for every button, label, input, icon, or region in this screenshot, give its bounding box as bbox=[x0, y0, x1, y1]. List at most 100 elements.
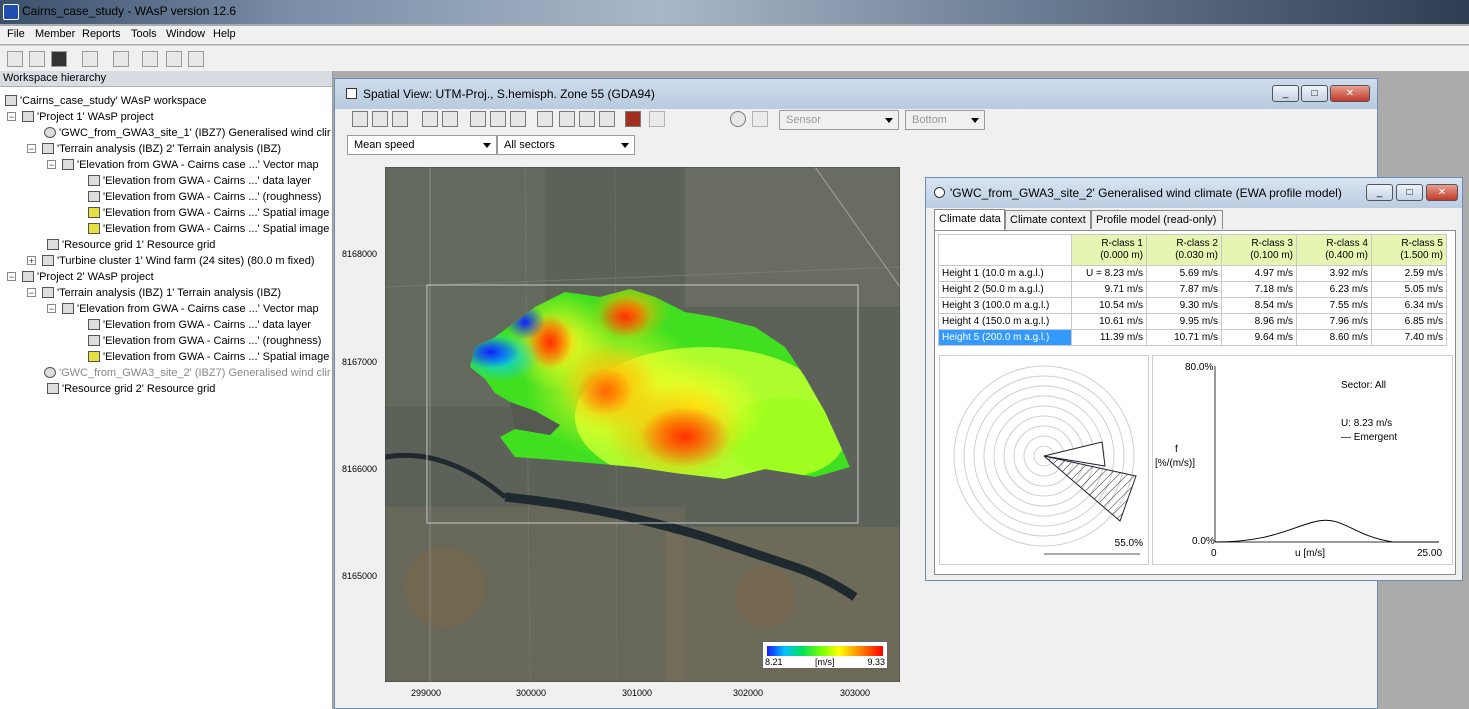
tab-profile-model[interactable]: Profile model (read-only) bbox=[1091, 210, 1223, 229]
tree-item-spatial-image-2[interactable]: 'Elevation from GWA - Cairns ...' Spatia… bbox=[88, 221, 329, 237]
collapse-icon[interactable]: − bbox=[27, 144, 36, 154]
collapse-icon[interactable]: − bbox=[7, 272, 16, 282]
tree-item-vector-map-2[interactable]: − 'Elevation from GWA - Cairns case ...' … bbox=[47, 301, 319, 317]
table-row[interactable]: Height 5 (200.0 m a.g.l.) 11.39 m/s 10.7… bbox=[938, 329, 1447, 346]
table-cell[interactable]: 7.40 m/s bbox=[1371, 329, 1447, 346]
calculate-icon[interactable] bbox=[142, 51, 158, 67]
tree-item-data-layer-1[interactable]: 'Elevation from GWA - Cairns ...' data l… bbox=[88, 173, 311, 189]
open-workspace-icon[interactable] bbox=[29, 51, 45, 67]
collapse-icon[interactable]: − bbox=[47, 160, 56, 170]
tree-item-resource-grid-1[interactable]: 'Resource grid 1' Resource grid bbox=[47, 237, 215, 253]
minimize-button[interactable]: _ bbox=[1272, 85, 1299, 102]
export-icon[interactable] bbox=[599, 111, 615, 127]
tab-climate-context[interactable]: Climate context bbox=[1005, 210, 1091, 229]
table-cell[interactable]: 9.95 m/s bbox=[1146, 313, 1222, 330]
menu-window[interactable]: Window bbox=[166, 28, 205, 40]
collapse-icon[interactable]: − bbox=[7, 112, 16, 122]
zoom-icon[interactable] bbox=[392, 111, 408, 127]
table-cell[interactable]: 6.23 m/s bbox=[1296, 281, 1372, 298]
table-cell[interactable]: U = 8.23 m/s bbox=[1071, 265, 1147, 282]
satellite-map[interactable] bbox=[385, 167, 900, 682]
tree-item-resource-grid-2[interactable]: 'Resource grid 2' Resource grid bbox=[47, 381, 215, 397]
table-cell[interactable]: 7.96 m/s bbox=[1296, 313, 1372, 330]
collapse-icon[interactable]: − bbox=[27, 288, 36, 298]
menu-tools[interactable]: Tools bbox=[131, 28, 157, 40]
table-cell[interactable]: 8.54 m/s bbox=[1221, 297, 1297, 314]
row-header-selected[interactable]: Height 5 (200.0 m a.g.l.) bbox=[938, 329, 1072, 346]
collapse-icon[interactable]: − bbox=[47, 304, 56, 314]
layer-icon[interactable] bbox=[490, 111, 506, 127]
table-row[interactable]: Height 1 (10.0 m a.g.l.) U = 8.23 m/s 5.… bbox=[938, 265, 1447, 282]
tab-climate-data[interactable]: Climate data bbox=[934, 209, 1005, 230]
table-cell[interactable]: 11.39 m/s bbox=[1071, 329, 1147, 346]
maximize-button[interactable]: □ bbox=[1396, 184, 1423, 201]
fit-icon[interactable] bbox=[442, 111, 458, 127]
tree-item-roughness-1[interactable]: 'Elevation from GWA - Cairns ...' (rough… bbox=[88, 189, 321, 205]
table-cell[interactable]: 10.54 m/s bbox=[1071, 297, 1147, 314]
turbine-icon[interactable] bbox=[625, 111, 641, 127]
expand-icon[interactable]: + bbox=[27, 256, 36, 266]
map-panel[interactable]: 8.21 [m/s] 9.33 bbox=[385, 167, 900, 682]
tree-item-spatial-image-3[interactable]: 'Elevation from GWA - Cairns ...' Spatia… bbox=[88, 349, 329, 365]
table-cell[interactable]: 7.87 m/s bbox=[1146, 281, 1222, 298]
table-cell[interactable]: 10.71 m/s bbox=[1146, 329, 1222, 346]
table-cell[interactable]: 7.55 m/s bbox=[1296, 297, 1372, 314]
table-cell[interactable]: 8.96 m/s bbox=[1221, 313, 1297, 330]
new-workspace-icon[interactable] bbox=[7, 51, 23, 67]
table-row[interactable]: Height 4 (150.0 m a.g.l.) 10.61 m/s 9.95… bbox=[938, 313, 1447, 330]
tree-item-project-2[interactable]: − 'Project 2' WAsP project bbox=[7, 269, 154, 285]
table-cell[interactable]: 6.34 m/s bbox=[1371, 297, 1447, 314]
table-cell[interactable]: 8.60 m/s bbox=[1296, 329, 1372, 346]
variable-select[interactable]: Mean speed bbox=[347, 135, 497, 155]
tree-item-workspace[interactable]: 'Cairns_case_study' WAsP workspace bbox=[5, 93, 206, 109]
insert-icon[interactable] bbox=[113, 51, 129, 67]
tree-item-project-1[interactable]: − 'Project 1' WAsP project bbox=[7, 109, 154, 125]
save-icon[interactable] bbox=[51, 51, 67, 67]
table-cell[interactable]: 9.64 m/s bbox=[1221, 329, 1297, 346]
tree-item-gwc-2[interactable]: 'GWC_from_GWA3_site_2' (IBZ7) Generalise… bbox=[44, 365, 331, 381]
maximize-button[interactable]: □ bbox=[1301, 85, 1328, 102]
layer-icon-2[interactable] bbox=[510, 111, 526, 127]
tree-item-roughness-2[interactable]: 'Elevation from GWA - Cairns ...' (rough… bbox=[88, 333, 321, 349]
grid-icon[interactable] bbox=[559, 111, 575, 127]
close-button[interactable]: ✕ bbox=[1330, 85, 1370, 102]
table-cell[interactable]: 10.61 m/s bbox=[1071, 313, 1147, 330]
move-down-icon[interactable] bbox=[188, 51, 204, 67]
tree-item-vector-map-1[interactable]: − 'Elevation from GWA - Cairns case ...' … bbox=[47, 157, 319, 173]
tree-item-turbine-cluster-1[interactable]: + 'Turbine cluster 1' Wind farm (24 sites… bbox=[27, 253, 315, 269]
table-cell[interactable]: 7.18 m/s bbox=[1221, 281, 1297, 298]
sector-select[interactable]: All sectors bbox=[497, 135, 635, 155]
menu-reports[interactable]: Reports bbox=[82, 28, 121, 40]
table-cell[interactable]: 5.05 m/s bbox=[1371, 281, 1447, 298]
close-button[interactable]: ✕ bbox=[1426, 184, 1458, 201]
menu-member[interactable]: Member bbox=[35, 28, 75, 40]
table-cell[interactable]: 9.71 m/s bbox=[1071, 281, 1147, 298]
member-icon[interactable] bbox=[82, 51, 98, 67]
table-row[interactable]: Height 2 (50.0 m a.g.l.) 9.71 m/s 7.87 m… bbox=[938, 281, 1447, 298]
menu-file[interactable]: File bbox=[7, 28, 25, 40]
table-cell[interactable]: 6.85 m/s bbox=[1371, 313, 1447, 330]
globe-icon[interactable] bbox=[730, 111, 746, 127]
image-icon[interactable] bbox=[579, 111, 595, 127]
pan-icon[interactable] bbox=[372, 111, 388, 127]
table-cell[interactable]: 3.92 m/s bbox=[1296, 265, 1372, 282]
wind-rose[interactable]: 55.0% bbox=[939, 355, 1149, 565]
pointer-icon[interactable] bbox=[352, 111, 368, 127]
select-rect-icon[interactable] bbox=[470, 111, 486, 127]
frequency-distribution[interactable]: 80.0% 0.0% 0 25.00 u [m/s] f [%/(m/s)] S… bbox=[1152, 355, 1453, 565]
table-cell[interactable]: 2.59 m/s bbox=[1371, 265, 1447, 282]
tree-item-gwc-1[interactable]: 'GWC_from_GWA3_site_1' (IBZ7) Generalise… bbox=[44, 125, 331, 141]
table-cell[interactable]: 4.97 m/s bbox=[1221, 265, 1297, 282]
tree-item-data-layer-2[interactable]: 'Elevation from GWA - Cairns ...' data l… bbox=[88, 317, 311, 333]
table-row[interactable]: Height 3 (100.0 m a.g.l.) 10.54 m/s 9.30… bbox=[938, 297, 1447, 314]
tree-item-terrain-2[interactable]: − 'Terrain analysis (IBZ) 2' Terrain anal… bbox=[27, 141, 281, 157]
table-cell[interactable]: 5.69 m/s bbox=[1146, 265, 1222, 282]
minimize-button[interactable]: _ bbox=[1366, 184, 1393, 201]
table-cell[interactable]: 9.30 m/s bbox=[1146, 297, 1222, 314]
back-icon[interactable] bbox=[422, 111, 438, 127]
move-up-icon[interactable] bbox=[166, 51, 182, 67]
tree-item-spatial-image-1[interactable]: 'Elevation from GWA - Cairns ...' Spatia… bbox=[88, 205, 329, 221]
menu-help[interactable]: Help bbox=[213, 28, 236, 40]
layer-icon-3[interactable] bbox=[537, 111, 553, 127]
tree-item-terrain-1[interactable]: − 'Terrain analysis (IBZ) 1' Terrain anal… bbox=[27, 285, 281, 301]
